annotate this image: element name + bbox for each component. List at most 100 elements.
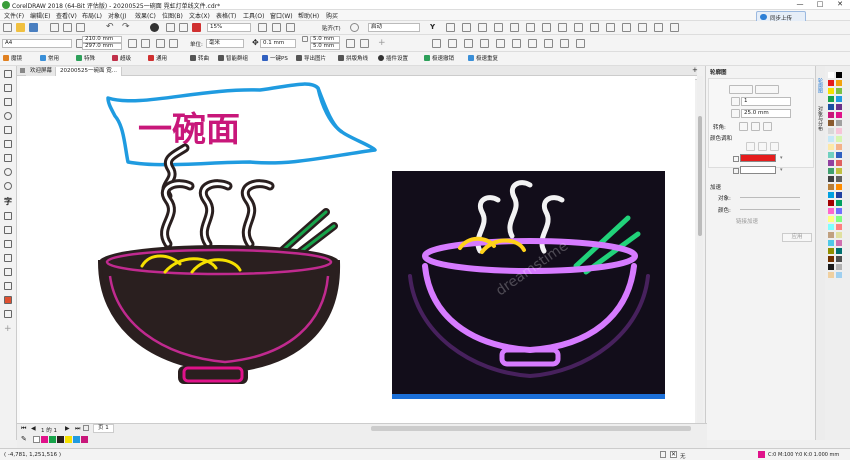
menu-object[interactable]: 对象(J) — [108, 11, 126, 20]
tab-page-1[interactable]: 页 1 — [93, 424, 114, 433]
palette-swatch[interactable] — [836, 216, 842, 222]
import-icon[interactable] — [166, 23, 175, 32]
shadow-tool-icon[interactable] — [4, 254, 12, 262]
new-icon[interactable] — [3, 23, 12, 32]
clockwise-blend-icon[interactable] — [758, 142, 767, 151]
bowl[interactable] — [97, 245, 341, 384]
prop-icon-7[interactable] — [528, 39, 537, 48]
parallel-dimension-tool-icon[interactable] — [4, 212, 12, 220]
fullscreen-icon[interactable] — [258, 23, 267, 32]
swatch-none[interactable] — [33, 436, 40, 443]
plugin-icon-15[interactable] — [670, 23, 679, 32]
outline-swatch[interactable] — [758, 451, 765, 458]
ruler-icon[interactable] — [272, 23, 281, 32]
shape-tool-icon[interactable] — [4, 84, 12, 92]
palette-swatch[interactable] — [828, 192, 834, 198]
menu-file[interactable]: 文件(F) — [4, 11, 24, 20]
page-size-select[interactable]: A4 — [2, 39, 72, 48]
palette-swatch[interactable] — [828, 128, 834, 134]
tab-align-distribute[interactable]: 对象与分布 — [817, 106, 824, 131]
prop-icon-10[interactable] — [576, 39, 585, 48]
all-pages-icon[interactable] — [156, 39, 165, 48]
swatch-blue[interactable] — [73, 436, 80, 443]
menu-view[interactable]: 查看(V) — [56, 11, 77, 20]
prop-icon-4[interactable] — [480, 39, 489, 48]
no-fill-icon[interactable]: ✕ — [670, 451, 677, 458]
palette-swatch[interactable] — [836, 232, 842, 238]
neon-photo[interactable]: dreamstime — [392, 171, 665, 399]
palette-swatch[interactable] — [828, 104, 834, 110]
plugin-smart-group[interactable]: 智能群组 — [218, 54, 248, 62]
contour-outside-icon[interactable] — [755, 85, 779, 94]
plugin-fast-redo[interactable]: 极速重复 — [468, 54, 498, 62]
palette-swatch[interactable] — [836, 88, 842, 94]
plugin-icon-11[interactable] — [606, 23, 615, 32]
ye-plugin-icon[interactable]: Y — [430, 23, 439, 32]
palette-swatch[interactable] — [828, 272, 834, 278]
grid-icon[interactable] — [286, 23, 295, 32]
fill-status-icon[interactable] — [660, 451, 666, 458]
link-accel-checkbox[interactable]: 链接加速 — [736, 217, 758, 225]
plugin-icon-6[interactable] — [526, 23, 535, 32]
menu-text[interactable]: 文本(X) — [189, 11, 210, 20]
plugin-icon-12[interactable] — [622, 23, 631, 32]
palette-swatch[interactable] — [836, 96, 842, 102]
prop-icon-9[interactable] — [560, 39, 569, 48]
plugin-icon-7[interactable] — [542, 23, 551, 32]
banner-text[interactable]: 一碗面 — [138, 110, 240, 150]
plugin-icon-4[interactable] — [494, 23, 503, 32]
object-accel-slider[interactable] — [740, 197, 800, 198]
palette-swatch[interactable] — [828, 232, 834, 238]
counterclockwise-blend-icon[interactable] — [770, 142, 779, 151]
add-icon[interactable]: + — [378, 39, 387, 48]
drawing-canvas[interactable]: 一碗面 dreamstime — [20, 76, 695, 423]
unit-select[interactable]: 毫米 — [206, 39, 244, 48]
prop-icon-6[interactable] — [512, 39, 521, 48]
contour-inside-icon[interactable] — [729, 85, 753, 94]
polygon-tool-icon[interactable] — [4, 182, 12, 190]
eyedropper-tool-icon[interactable] — [4, 282, 12, 290]
duplicate-x-input[interactable]: 5.0 mm — [310, 36, 340, 43]
palette-swatch[interactable] — [828, 88, 834, 94]
page-height-input[interactable]: 297.0 mm — [82, 43, 122, 50]
color-accel-slider[interactable] — [740, 209, 800, 210]
redo-icon[interactable]: ↷ — [122, 23, 131, 32]
palette-swatch[interactable] — [836, 136, 842, 142]
open-icon[interactable] — [16, 23, 25, 32]
options-icon[interactable] — [350, 23, 359, 32]
pick-tool-icon[interactable] — [4, 70, 12, 78]
palette-swatch[interactable] — [828, 184, 834, 190]
plugin-icon-9[interactable] — [574, 23, 583, 32]
palette-swatch[interactable] — [828, 152, 834, 158]
launch-dropdown[interactable]: 启动 — [368, 23, 420, 32]
crop-tool-icon[interactable] — [4, 98, 12, 106]
palette-swatch[interactable] — [836, 224, 842, 230]
palette-swatch[interactable] — [828, 256, 834, 262]
plugin-crop-marks[interactable]: 拼版角线 — [338, 54, 368, 62]
nudge-input[interactable]: 0.1 mm — [260, 39, 296, 48]
palette-swatch[interactable] — [828, 72, 834, 78]
current-page-icon[interactable] — [169, 39, 178, 48]
plugin-icon-13[interactable] — [638, 23, 647, 32]
add-tab-icon[interactable]: + — [692, 66, 698, 74]
first-page-icon[interactable]: ⏮ — [21, 425, 26, 433]
artistic-media-tool-icon[interactable] — [4, 140, 12, 148]
palette-swatch[interactable] — [836, 264, 842, 270]
plugin-settings[interactable]: 插件设置 — [378, 54, 408, 62]
palette-swatch[interactable] — [836, 256, 842, 262]
color-palette[interactable] — [825, 66, 850, 440]
menu-buy[interactable]: 购买 — [326, 11, 338, 20]
swatch-pink[interactable] — [81, 436, 88, 443]
scroll-thumb[interactable] — [698, 116, 702, 236]
palette-swatch[interactable] — [828, 224, 834, 230]
palette-swatch[interactable] — [828, 112, 834, 118]
plugin-icon-1[interactable] — [446, 23, 455, 32]
prop-icon-3[interactable] — [464, 39, 473, 48]
swatch-green[interactable] — [49, 436, 56, 443]
palette-swatch[interactable] — [836, 200, 842, 206]
swatch-magenta[interactable] — [41, 436, 48, 443]
plugin-to-curve[interactable]: 转曲 — [190, 54, 209, 62]
next-page-icon[interactable]: ▶ — [65, 425, 70, 432]
palette-swatch[interactable] — [828, 200, 834, 206]
prev-page-icon[interactable]: ◀ — [31, 425, 36, 432]
